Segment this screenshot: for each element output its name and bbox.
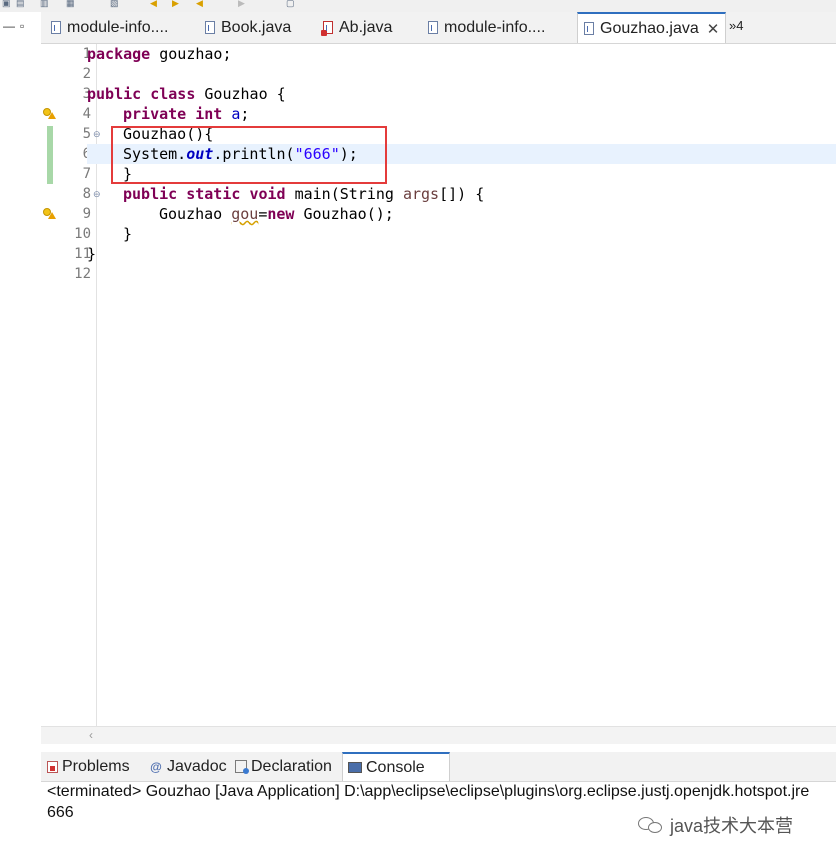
tab-ab-java[interactable]: Ab.java [321, 12, 393, 43]
tab-module-info-1[interactable]: module-info.... [51, 12, 168, 43]
editor-horizontal-scrollbar[interactable]: ‹ [41, 726, 836, 744]
java-file-icon [51, 21, 61, 34]
forward-arrow-icon[interactable]: ▶ [172, 0, 179, 8]
line-number: 6 [57, 144, 91, 164]
java-file-icon [428, 21, 438, 34]
vertical-ruler [41, 44, 57, 726]
forward-arrow-icon[interactable]: ▶ [238, 0, 245, 8]
toolbar-icon[interactable]: ▥ [40, 0, 49, 8]
code-line-4: private int a; [123, 105, 250, 123]
tab-overflow-button[interactable]: »4 [729, 18, 743, 33]
line-number: 3 [82, 86, 91, 102]
javadoc-icon: @ [150, 759, 162, 774]
console-status-line: <terminated> Gouzhao [Java Application] … [47, 783, 810, 800]
line-number: 11 [74, 246, 91, 262]
toolbar-icon[interactable]: ▧ [110, 0, 119, 8]
main-toolbar: ▣ ▤ ▥ ▦ ▧ ◀ ▶ ◀ ▶ ▢ [0, 0, 836, 12]
warning-bulb-icon[interactable] [43, 107, 56, 119]
minimize-icon[interactable]: — [3, 20, 15, 32]
code-line-11: } [87, 245, 97, 263]
declaration-icon [235, 760, 249, 774]
watermark-text: java技术大本营 [670, 816, 794, 836]
line-number: 7 [82, 166, 91, 182]
change-marker [47, 126, 53, 184]
tab-label: Console [366, 758, 425, 776]
line-number: 12 [74, 266, 91, 282]
tab-console[interactable]: Console [342, 752, 450, 781]
tab-gouzhao-java[interactable]: Gouzhao.java ✕ [577, 12, 727, 43]
tab-label: module-info.... [67, 18, 169, 36]
watermark: java技术大本营 [638, 812, 793, 838]
tab-label: Problems [62, 757, 130, 775]
line-number: 10 [74, 226, 91, 242]
wechat-icon [638, 815, 664, 835]
code-line-9: Gouzhao gou=new Gouzhao(); [159, 205, 394, 223]
sash[interactable] [41, 744, 836, 752]
java-file-error-icon [321, 21, 333, 36]
line-number: 1 [82, 46, 91, 62]
java-file-icon [584, 22, 594, 35]
code-line-1: package gouzhao; [87, 45, 232, 63]
back-arrow-icon[interactable]: ◀ [150, 0, 157, 8]
code-line-3: public class Gouzhao { [87, 85, 286, 103]
line-number: 5 [82, 126, 91, 142]
line-number: 8 [82, 186, 91, 202]
tab-javadoc[interactable]: @ Javadoc [149, 752, 227, 781]
toolbar-icon[interactable]: ▢ [286, 0, 295, 8]
toolbar-icon[interactable]: ▣ [2, 0, 11, 8]
toolbar-icon[interactable]: ▦ [66, 0, 75, 8]
line-number: 9 [82, 206, 91, 222]
close-icon[interactable]: ✕ [707, 20, 720, 38]
line-number: 2 [82, 66, 91, 82]
tab-module-info-2[interactable]: module-info.... [428, 12, 545, 43]
tab-declaration[interactable]: Declaration [235, 752, 332, 781]
tab-problems[interactable]: Problems [47, 752, 130, 781]
code-line-8: public static void main(String args[]) { [123, 185, 485, 203]
red-annotation-box [111, 126, 387, 184]
tab-label: Gouzhao.java [600, 19, 699, 37]
tab-label: Ab.java [339, 18, 393, 36]
tab-label: Declaration [251, 757, 332, 775]
tab-label: module-info.... [444, 18, 546, 36]
left-pane: — ▫ [0, 12, 42, 863]
tab-book-java[interactable]: Book.java [205, 12, 291, 43]
line-number: 4 [82, 106, 91, 122]
maximize-icon[interactable]: ▫ [20, 20, 24, 32]
back-arrow-icon[interactable]: ◀ [196, 0, 203, 8]
editor-tab-bar: module-info.... Book.java Ab.java module… [41, 12, 836, 44]
console-icon [348, 762, 362, 773]
scroll-left-icon[interactable]: ‹ [89, 727, 93, 744]
toolbar-icon[interactable]: ▤ [16, 0, 25, 8]
console-output: 666 [47, 804, 74, 821]
java-file-icon [205, 21, 215, 34]
tab-label: Book.java [221, 18, 292, 36]
code-line-10: } [123, 225, 133, 243]
code-editor[interactable]: 1 2 3 4 5 ⊖ 6 7 8 ⊖ 9 10 11 12 package g… [41, 44, 836, 726]
tab-label: Javadoc [167, 757, 227, 775]
bottom-panel-tab-bar: Problems @ Javadoc Declaration Console [41, 752, 836, 782]
warning-bulb-icon[interactable] [43, 207, 56, 219]
problems-icon [47, 760, 58, 773]
